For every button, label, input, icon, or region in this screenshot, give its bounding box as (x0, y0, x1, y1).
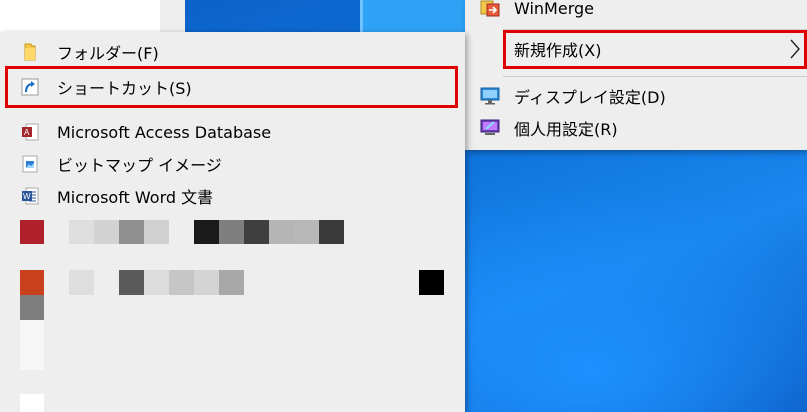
submenu-item-folder[interactable]: フォルダー(F) (0, 36, 465, 68)
access-icon: A (20, 122, 40, 142)
menu-item-personalize[interactable]: 個人用設定(R) (465, 112, 807, 144)
menu-item-label: Microsoft Access Database (57, 122, 272, 142)
word-icon: W (20, 186, 40, 206)
menu-separator (503, 76, 807, 77)
submenu-item-bitmap[interactable]: ビットマップ イメージ (0, 148, 465, 180)
folder-icon (20, 42, 40, 62)
highlight-box-shortcut (5, 66, 458, 108)
new-submenu: フォルダー(F) ショートカット(S) A Microsoft Access D… (0, 32, 465, 412)
desktop-context-menu: WinMerge 新規作成(X) ディスプレイ設定(D) 個人用設定(R) (465, 0, 807, 150)
personalize-icon (480, 118, 500, 138)
bitmap-icon (20, 154, 40, 174)
highlight-box-new (503, 30, 807, 69)
menu-item-display-settings[interactable]: ディスプレイ設定(D) (465, 80, 807, 112)
menu-item-label: WinMerge (514, 0, 594, 18)
winmerge-icon (480, 0, 500, 18)
svg-text:W: W (23, 192, 31, 201)
menu-item-label: Microsoft Word 文書 (57, 188, 214, 207)
submenu-item-access[interactable]: A Microsoft Access Database (0, 116, 465, 148)
menu-item-label: フォルダー(F) (57, 44, 159, 63)
menu-item-label: ビットマップ イメージ (57, 156, 222, 175)
svg-text:A: A (24, 128, 30, 137)
menu-item-label: ディスプレイ設定(D) (514, 88, 666, 107)
menu-item-winmerge[interactable]: WinMerge (465, 0, 807, 24)
submenu-item-word[interactable]: W Microsoft Word 文書 (0, 180, 465, 212)
menu-item-label: 個人用設定(R) (514, 120, 618, 139)
display-settings-icon (480, 86, 500, 106)
